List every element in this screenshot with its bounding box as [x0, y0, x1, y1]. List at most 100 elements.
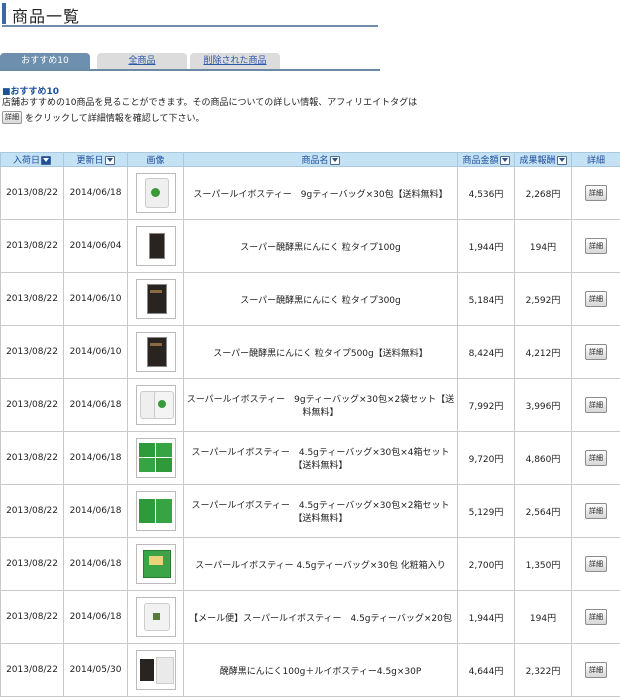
tab-all-items[interactable]: 全商品 — [97, 53, 187, 69]
product-image[interactable] — [135, 173, 176, 213]
sort-icon — [41, 156, 51, 165]
col-detail: 詳細 — [571, 152, 620, 167]
product-reward: 3,996円 — [514, 378, 572, 432]
updated-date: 2014/06/10 — [63, 325, 128, 379]
table-row: 2013/08/22 2014/06/18 スーパールイボスティー 4.5gティーバ… — [0, 484, 620, 538]
updated-date: 2014/06/18 — [63, 378, 128, 432]
product-name: 醗酵黒にんにく100g＋ルイボスティー4.5g×30P — [183, 643, 458, 697]
detail-button[interactable]: 詳細 — [585, 291, 607, 307]
product-reward: 1,350円 — [514, 537, 572, 591]
product-name: スーパールイボスティー 4.5gティーバッグ×30包×2箱セット【送料無料】 — [183, 484, 458, 538]
detail-button[interactable]: 詳細 — [585, 662, 607, 678]
product-name: スーパー醗酵黒にんにく 粒タイプ300g — [183, 272, 458, 326]
detail-button[interactable]: 詳細 — [585, 609, 607, 625]
detail-button[interactable]: 詳細 — [585, 344, 607, 360]
updated-date: 2014/06/18 — [63, 537, 128, 591]
col-updated[interactable]: 更新日 — [63, 152, 128, 167]
sort-icon — [104, 156, 115, 165]
product-price: 2,700円 — [457, 537, 515, 591]
product-table: 入荷日 更新日 画像 商品名 商品金額 成果報酬 詳細 2013/08/22 20… — [0, 152, 620, 697]
table-row: 2013/08/22 2014/06/10 スーパー醗酵黒にんにく 粒タイプ300g… — [0, 272, 620, 326]
product-image-cell — [127, 166, 184, 220]
arrival-date: 2013/08/22 — [0, 166, 64, 220]
table-row: 2013/08/22 2014/05/30 醗酵黒にんにく100g＋ルイボスティー4… — [0, 643, 620, 697]
detail-cell: 詳細 — [571, 325, 620, 379]
table-row: 2013/08/22 2014/06/10 スーパー醗酵黒にんにく 粒タイプ500g… — [0, 325, 620, 379]
updated-date: 2014/06/04 — [63, 219, 128, 273]
table-row: 2013/08/22 2014/06/18 スーパールイボスティー 9gティーバッグ… — [0, 378, 620, 432]
detail-cell: 詳細 — [571, 431, 620, 485]
detail-cell: 詳細 — [571, 537, 620, 591]
table-header-row: 入荷日 更新日 画像 商品名 商品金額 成果報酬 詳細 — [0, 152, 620, 167]
tab-deleted-items[interactable]: 削除された商品 — [190, 53, 280, 69]
sort-icon — [556, 156, 567, 165]
product-reward: 4,212円 — [514, 325, 572, 379]
updated-date: 2014/06/10 — [63, 272, 128, 326]
product-price: 4,536円 — [457, 166, 515, 220]
product-image-cell — [127, 272, 184, 326]
product-image[interactable] — [135, 597, 176, 637]
product-price: 1,944円 — [457, 219, 515, 273]
product-reward: 2,268円 — [514, 166, 572, 220]
product-image-cell — [127, 537, 184, 591]
tab-bar: おすすめ10 全商品 削除された商品 — [0, 53, 380, 71]
product-price: 5,129円 — [457, 484, 515, 538]
detail-button[interactable]: 詳細 — [585, 397, 607, 413]
updated-date: 2014/06/18 — [63, 590, 128, 644]
product-image-cell — [127, 431, 184, 485]
product-name: スーパールイボスティー 4.5gティーバッグ×30包×4箱セット【送料無料】 — [183, 431, 458, 485]
product-price: 4,644円 — [457, 643, 515, 697]
product-reward: 2,564円 — [514, 484, 572, 538]
product-reward: 2,592円 — [514, 272, 572, 326]
arrival-date: 2013/08/22 — [0, 643, 64, 697]
product-reward: 194円 — [514, 219, 572, 273]
product-price: 1,944円 — [457, 590, 515, 644]
detail-button[interactable]: 詳細 — [585, 556, 607, 572]
product-image[interactable] — [135, 385, 176, 425]
detail-button[interactable]: 詳細 — [585, 450, 607, 466]
col-arrival[interactable]: 入荷日 — [0, 152, 64, 167]
updated-date: 2014/06/18 — [63, 431, 128, 485]
page-title-bar: 商品一覧 — [2, 3, 378, 27]
arrival-date: 2013/08/22 — [0, 590, 64, 644]
sort-icon — [329, 156, 340, 165]
col-price[interactable]: 商品金額 — [457, 152, 515, 167]
table-row: 2013/08/22 2014/06/18 【メール便】スーパールイボスティー 4.… — [0, 590, 620, 644]
product-image[interactable] — [135, 438, 176, 478]
product-image[interactable] — [135, 491, 176, 531]
product-reward: 194円 — [514, 590, 572, 644]
product-name: スーパールイボスティー 4.5gティーバッグ×30包 化粧箱入り — [183, 537, 458, 591]
section-description-2: 詳細 をクリックして詳細情報を確認して下さい。 — [2, 110, 204, 124]
product-image[interactable] — [135, 332, 176, 372]
product-price: 7,992円 — [457, 378, 515, 432]
detail-button[interactable]: 詳細 — [585, 185, 607, 201]
detail-cell: 詳細 — [571, 166, 620, 220]
detail-button[interactable]: 詳細 — [585, 238, 607, 254]
section-description-text: をクリックして詳細情報を確認して下さい。 — [25, 113, 205, 124]
page-title: 商品一覧 — [12, 7, 81, 26]
arrival-date: 2013/08/22 — [0, 431, 64, 485]
col-image: 画像 — [127, 152, 184, 167]
product-image-cell — [127, 325, 184, 379]
table-row: 2013/08/22 2014/06/18 スーパールイボスティー 4.5gティーバ… — [0, 537, 620, 591]
detail-button[interactable]: 詳細 — [585, 503, 607, 519]
product-name: スーパールイボスティー 9gティーバッグ×30包【送料無料】 — [183, 166, 458, 220]
arrival-date: 2013/08/22 — [0, 272, 64, 326]
detail-cell: 詳細 — [571, 378, 620, 432]
product-image[interactable] — [135, 544, 176, 584]
detail-cell: 詳細 — [571, 643, 620, 697]
product-image[interactable] — [135, 226, 176, 266]
product-price: 8,424円 — [457, 325, 515, 379]
product-image[interactable] — [135, 650, 176, 690]
table-row: 2013/08/22 2014/06/04 スーパー醗酵黒にんにく 粒タイプ100g… — [0, 219, 620, 273]
product-image-cell — [127, 484, 184, 538]
product-image-cell — [127, 378, 184, 432]
product-name: スーパー醗酵黒にんにく 粒タイプ100g — [183, 219, 458, 273]
tab-recommended[interactable]: おすすめ10 — [0, 53, 90, 69]
title-accent — [2, 3, 6, 24]
col-reward[interactable]: 成果報酬 — [514, 152, 572, 167]
section-description: 店舗おすすめの10商品を見ることができます。その商品についての詳しい情報、アフィ… — [2, 98, 418, 108]
product-image[interactable] — [135, 279, 176, 319]
updated-date: 2014/06/18 — [63, 484, 128, 538]
col-name[interactable]: 商品名 — [183, 152, 458, 167]
